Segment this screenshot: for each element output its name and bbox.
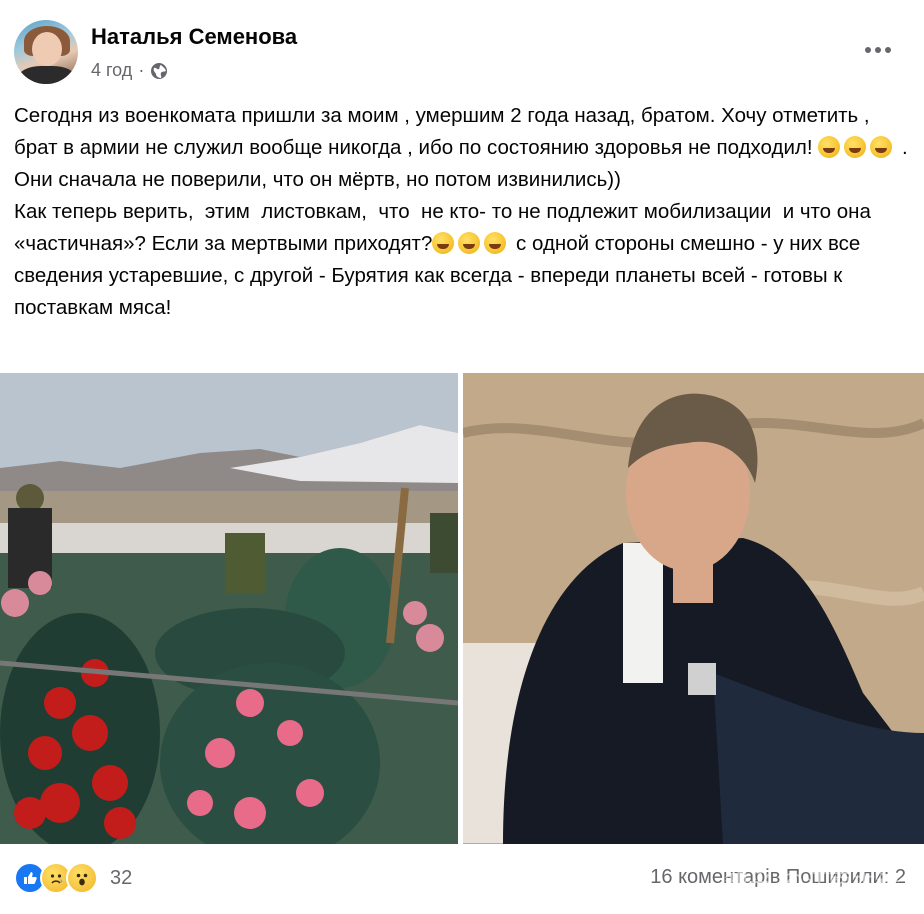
- reaction-count[interactable]: 32: [110, 867, 132, 890]
- laughing-emoji-icon: [484, 232, 507, 254]
- laughing-emoji-icon: [844, 136, 867, 158]
- post-header: Наталья Семенова 4 год ·: [0, 0, 924, 96]
- globe-icon[interactable]: [150, 62, 168, 80]
- laughing-emoji-icon: [818, 136, 841, 158]
- photo-cemetery[interactable]: [0, 373, 458, 844]
- post-photos: [0, 373, 924, 844]
- more-options-button[interactable]: [856, 34, 900, 66]
- laughing-emoji-icon: [458, 232, 481, 254]
- text-segment: Сегодня из военкомата пришли за моим , у…: [14, 104, 876, 159]
- post-paragraph-1: Сегодня из военкомата пришли за моим , у…: [14, 100, 914, 196]
- wow-icon: [66, 862, 98, 894]
- author-name[interactable]: Наталья Семенова: [91, 24, 297, 50]
- laughing-emoji-icon: [870, 136, 893, 158]
- post-paragraph-2: Как теперь верить, этим листовкам, что н…: [14, 196, 914, 324]
- post-body: Сегодня из военкомата пришли за моим , у…: [14, 100, 914, 324]
- post-footer: 32 16 коментарів Поширили: 2 知乎 @江南木进: [0, 850, 924, 914]
- more-horizontal-icon: [865, 47, 891, 53]
- reaction-summary[interactable]: 32: [14, 862, 132, 894]
- author-avatar[interactable]: [14, 20, 78, 84]
- post-meta: 4 год ·: [91, 60, 168, 81]
- laughing-emoji-icon: [432, 232, 455, 254]
- post-time[interactable]: 4 год: [91, 60, 132, 81]
- watermark-text: 知乎 @江南木进: [724, 868, 900, 896]
- photo-man[interactable]: [463, 373, 924, 844]
- meta-separator: ·: [138, 60, 145, 80]
